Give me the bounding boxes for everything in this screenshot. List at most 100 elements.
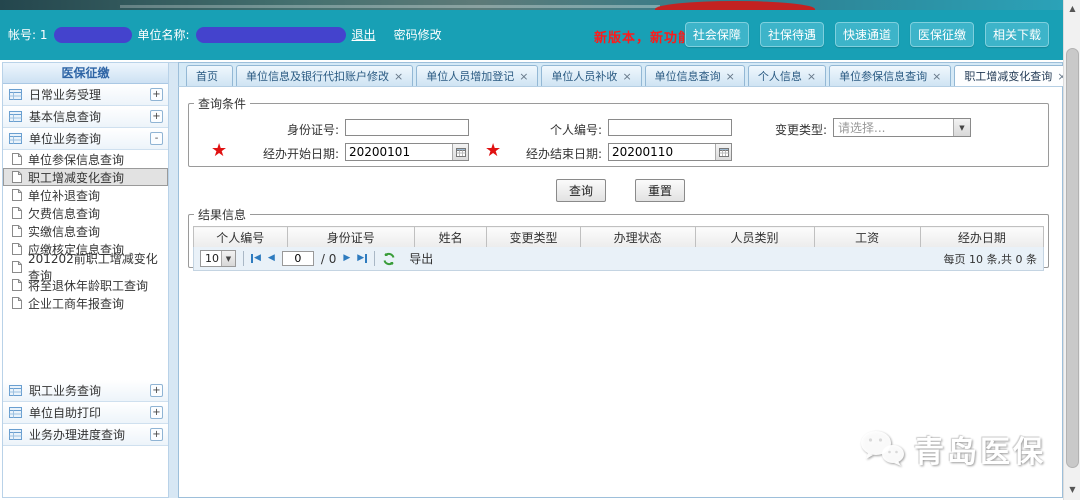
document-icon	[12, 243, 22, 255]
nav-social-benefits-button[interactable]: 社保待遇	[760, 22, 824, 47]
page-size-select[interactable]: 10 ▼	[200, 250, 236, 267]
sidebar-splitter[interactable]	[169, 62, 178, 498]
expand-icon[interactable]: +	[150, 428, 163, 441]
nav-medical-collection-button[interactable]: 医保征缴	[910, 22, 974, 47]
tab-unit-insured-query[interactable]: 单位参保信息查询 ×	[829, 65, 951, 86]
table-icon	[9, 407, 22, 418]
tab-label: 单位人员增加登记	[426, 68, 514, 84]
sidebar-title: 医保征缴	[3, 63, 168, 84]
first-page-icon[interactable]: ◀	[251, 254, 261, 263]
sidebar-item-label: 单位参保信息查询	[28, 151, 124, 168]
sidebar-item-pre201202-change-query[interactable]: 201202前职工增减变化查询	[3, 258, 168, 276]
change-type-select[interactable]: 请选择... ▼	[833, 118, 971, 137]
new-version-notice: 新版本，新功能	[594, 27, 692, 46]
calendar-icon[interactable]	[452, 144, 468, 160]
pagination-bar: 10 ▼ ◀ ◀ / 0 ▶ ▶ 导出 每页 10 条,共 0 条	[193, 247, 1044, 271]
col-name[interactable]: 姓名	[415, 227, 487, 248]
sidebar-group-label: 日常业务受理	[29, 86, 150, 103]
close-icon[interactable]: ×	[519, 70, 528, 83]
sidebar-item-arrears-query[interactable]: 欠费信息查询	[3, 204, 168, 222]
change-password-link[interactable]: 密码修改	[394, 26, 442, 43]
scroll-down-icon[interactable]: ▼	[1066, 483, 1079, 496]
pager-summary: 每页 10 条,共 0 条	[944, 251, 1037, 267]
refresh-icon[interactable]	[382, 252, 396, 266]
close-icon[interactable]: ×	[622, 70, 631, 83]
result-info-fieldset: 结果信息 个人编号 身份证号 姓名 变更类型 办理状态 人员类别 工资 经办日期	[188, 206, 1049, 268]
sidebar-item-unit-insured-query[interactable]: 单位参保信息查询	[3, 150, 168, 168]
personal-number-input[interactable]	[608, 119, 732, 136]
id-number-input[interactable]	[345, 119, 469, 136]
sidebar-item-near-retirement-query[interactable]: 将至退休年龄职工查询	[3, 276, 168, 294]
tab-label: 首页	[196, 68, 218, 84]
main-area: 首页 单位信息及银行代扣账户修改× 单位人员增加登记 × 单位人员补收 × 单位信息…	[178, 62, 1063, 498]
sidebar-item-label: 将至退休年龄职工查询	[28, 277, 148, 294]
tab-add-personnel[interactable]: 单位人员增加登记 ×	[416, 65, 538, 86]
banner-red-ship	[655, 1, 815, 10]
end-date-field[interactable]	[608, 143, 732, 161]
table-icon	[9, 89, 22, 100]
col-process-status[interactable]: 办理状态	[580, 227, 695, 248]
start-date-field[interactable]	[345, 143, 469, 161]
prev-page-icon[interactable]: ◀	[268, 254, 275, 263]
close-icon[interactable]: ×	[932, 70, 941, 83]
sidebar-item-unit-refund-query[interactable]: 单位补退查询	[3, 186, 168, 204]
col-personal-number[interactable]: 个人编号	[194, 227, 288, 248]
id-number-label: 身份证号:	[241, 121, 339, 138]
page-number-input[interactable]	[282, 251, 314, 266]
sidebar-item-annual-report-query[interactable]: 企业工商年报查询	[3, 294, 168, 312]
tab-unit-bank-modify[interactable]: 单位信息及银行代扣账户修改×	[236, 65, 413, 86]
unit-name-redaction	[196, 27, 346, 43]
sidebar-item-paid-info-query[interactable]: 实缴信息查询	[3, 222, 168, 240]
tab-label: 单位人员补收	[551, 68, 617, 84]
tab-label: 单位参保信息查询	[839, 68, 927, 84]
col-id-number[interactable]: 身份证号	[287, 227, 415, 248]
close-icon[interactable]: ×	[807, 70, 816, 83]
expand-icon[interactable]: +	[150, 110, 163, 123]
sidebar-spacer	[3, 312, 168, 380]
sidebar-group-progress-query[interactable]: 业务办理进度查询 +	[3, 424, 168, 446]
sidebar-group-basic-info[interactable]: 基本信息查询 +	[3, 106, 168, 128]
reset-button[interactable]: 重置	[635, 179, 685, 202]
scrollbar-thumb[interactable]	[1066, 48, 1079, 468]
next-page-icon[interactable]: ▶	[343, 254, 350, 263]
end-date-input[interactable]	[609, 144, 715, 160]
col-change-type[interactable]: 变更类型	[487, 227, 581, 248]
last-page-icon[interactable]: ▶	[357, 254, 367, 263]
sidebar-group-self-print[interactable]: 单位自助打印 +	[3, 402, 168, 424]
scroll-up-icon[interactable]: ▲	[1066, 2, 1079, 15]
chevron-down-icon[interactable]: ▼	[953, 119, 970, 136]
logout-link[interactable]: 退出	[352, 26, 376, 43]
close-icon[interactable]: ×	[394, 70, 403, 83]
sidebar-item-staff-change-query[interactable]: 职工增减变化查询	[3, 168, 168, 186]
nav-fast-channel-button[interactable]: 快速通道	[835, 22, 899, 47]
start-date-input[interactable]	[346, 144, 452, 160]
tab-personal-info[interactable]: 个人信息×	[748, 65, 826, 86]
close-icon[interactable]: ×	[726, 70, 735, 83]
calendar-icon[interactable]	[715, 144, 731, 160]
search-button[interactable]: 查询	[556, 179, 606, 202]
sidebar-group-staff-business[interactable]: 职工业务查询 +	[3, 380, 168, 402]
nav-social-security-button[interactable]: 社会保障	[685, 22, 749, 47]
tab-unit-info-query[interactable]: 单位信息查询×	[645, 65, 745, 86]
tab-staff-change-query[interactable]: 职工增减变化查询×	[954, 65, 1076, 86]
collapse-icon[interactable]: -	[150, 132, 163, 145]
sidebar-group-label: 基本信息查询	[29, 108, 150, 125]
col-personnel-category[interactable]: 人员类别	[695, 227, 814, 248]
nav-downloads-button[interactable]: 相关下载	[985, 22, 1049, 47]
col-salary[interactable]: 工资	[814, 227, 920, 248]
query-conditions-fieldset: 查询条件 身份证号: 个人编号: 变更类型: 请选择... ▼ ★ 经办开始日期…	[188, 95, 1049, 167]
account-label: 帐号: 1	[8, 26, 48, 43]
tab-home[interactable]: 首页	[186, 65, 233, 86]
document-icon	[12, 261, 22, 273]
sidebar-group-label: 单位业务查询	[29, 130, 150, 147]
expand-icon[interactable]: +	[150, 384, 163, 397]
tab-personnel-supplement[interactable]: 单位人员补收 ×	[541, 65, 641, 86]
export-button[interactable]: 导出	[409, 250, 433, 267]
expand-icon[interactable]: +	[150, 406, 163, 419]
sidebar-group-unit-business[interactable]: 单位业务查询 -	[3, 128, 168, 150]
col-handle-date[interactable]: 经办日期	[920, 227, 1043, 248]
sidebar-group-daily-business[interactable]: 日常业务受理 +	[3, 84, 168, 106]
expand-icon[interactable]: +	[150, 88, 163, 101]
chevron-down-icon[interactable]: ▼	[221, 251, 235, 266]
vertical-scrollbar[interactable]: ▲ ▼	[1063, 0, 1080, 500]
